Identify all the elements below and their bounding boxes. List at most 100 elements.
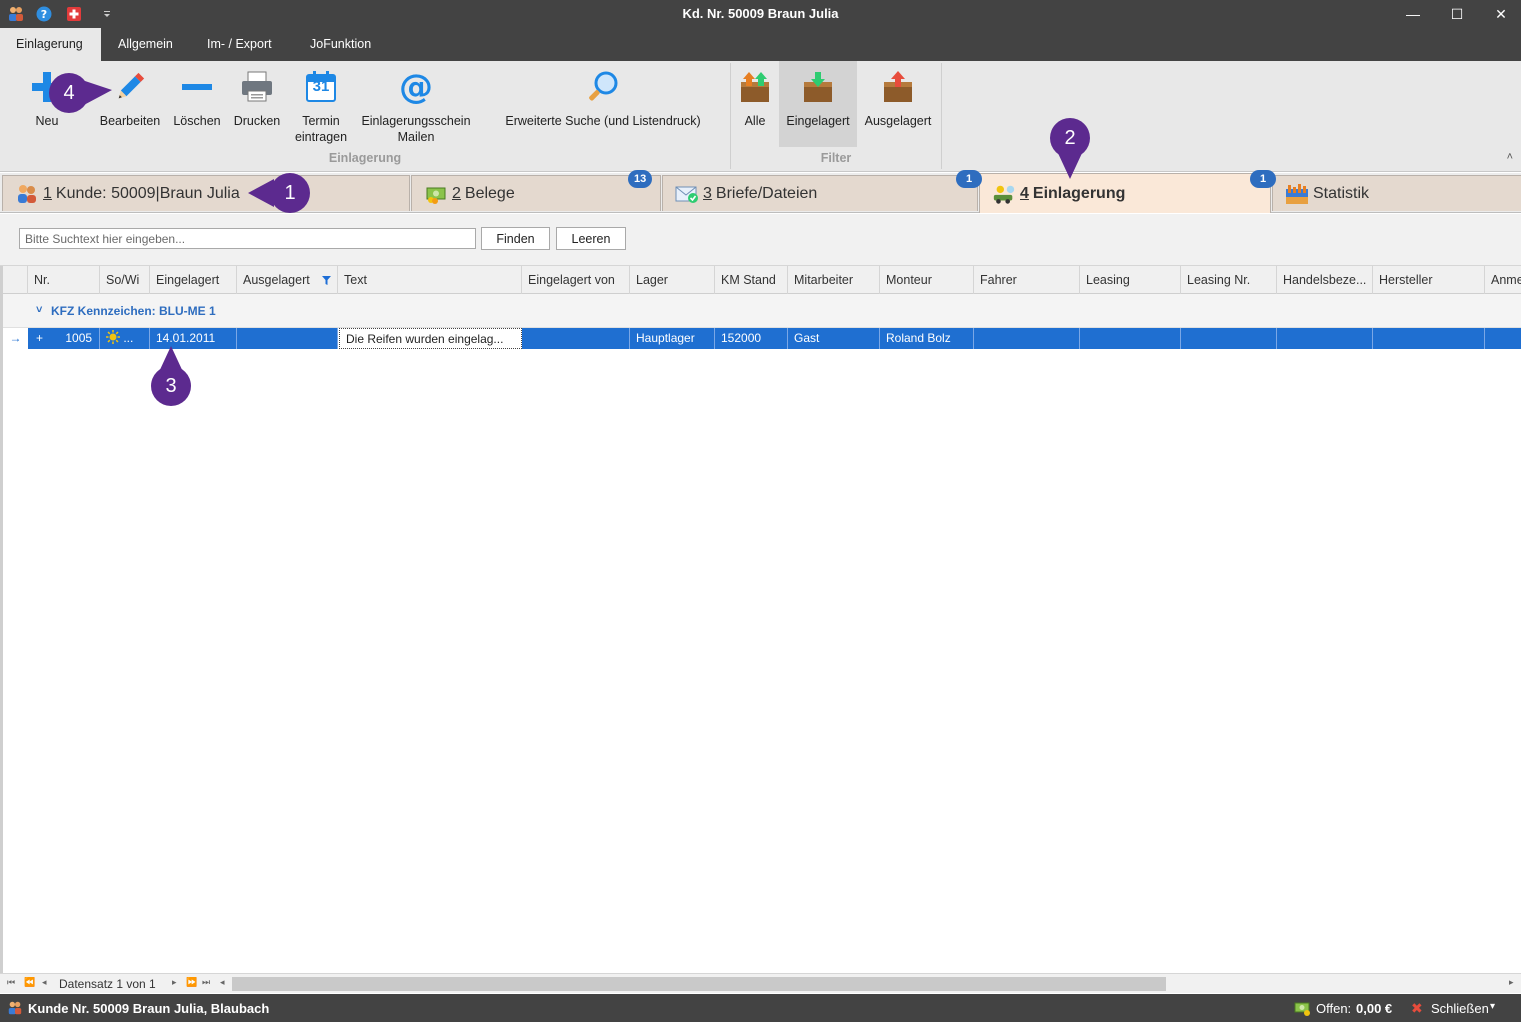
first-record-button[interactable]: ⏮	[7, 977, 15, 988]
ribbon-tab-jofunktion[interactable]: JoFunktion	[294, 28, 387, 61]
tab-statistik[interactable]: Statistik	[1272, 175, 1521, 211]
horizontal-scrollbar-thumb[interactable]	[232, 977, 1166, 991]
group-row-kfz[interactable]: ˅ KFZ Kennzeichen: BLU-ME 1	[3, 294, 1521, 328]
car-tyre-storage-icon	[992, 183, 1016, 205]
tab-belege[interactable]: 2 Belege	[411, 175, 661, 211]
group-label: KFZ Kennzeichen: BLU-ME 1	[51, 304, 216, 318]
chevron-down-icon[interactable]: ˅	[36, 304, 42, 316]
printer-icon	[230, 61, 284, 113]
collapse-ribbon-icon[interactable]: ˄	[1507, 151, 1513, 163]
scroll-right-button[interactable]: ▸	[1509, 977, 1514, 988]
column-header-monteur[interactable]: Monteur	[880, 266, 974, 294]
storage-out-icon	[860, 61, 936, 113]
next-page-button[interactable]: ⏩	[186, 977, 197, 988]
cell-ausgelagert[interactable]	[237, 328, 338, 349]
advanced-search-button[interactable]: Erweiterte Suche (und Listendruck)	[496, 61, 710, 147]
cell-mitarbeiter[interactable]: Gast	[788, 328, 880, 349]
table-row[interactable]: → + 1005 ... 14.01.2011 Die Reifen wurde…	[3, 328, 1521, 349]
print-button-label: Drucken	[233, 114, 281, 128]
group-label-filter: Filter	[820, 151, 852, 165]
mail-storage-receipt-button[interactable]: @ Einlagerungsschein Mailen	[358, 61, 474, 147]
cell-leasing-nr[interactable]	[1181, 328, 1277, 349]
column-header-leasing-nr[interactable]: Leasing Nr.	[1181, 266, 1277, 294]
column-header-anmerkung[interactable]: Anme	[1485, 266, 1521, 294]
column-header-fahrer[interactable]: Fahrer	[974, 266, 1080, 294]
status-open-label: Offen:	[1316, 1001, 1352, 1016]
previous-page-button[interactable]: ⏪	[24, 977, 35, 988]
magnifier-icon	[496, 61, 710, 113]
column-header-mitarbeiter[interactable]: Mitarbeiter	[788, 266, 880, 294]
column-header-eingelagert[interactable]: Eingelagert	[150, 266, 237, 294]
delete-button[interactable]: Löschen	[170, 61, 224, 147]
ribbon-tab-im-export[interactable]: Im- / Export	[191, 28, 288, 61]
filter-retrieved-label: Ausgelagert	[864, 114, 932, 128]
cell-text[interactable]: Die Reifen wurden eingelag...	[339, 328, 522, 349]
last-record-button[interactable]: ⏭	[202, 977, 210, 988]
cell-nr[interactable]: + 1005	[28, 328, 100, 349]
tab-briefe-dateien[interactable]: 3 Briefe/Dateien	[662, 175, 978, 211]
close-record-label: Schließen	[1431, 1001, 1489, 1016]
column-header-ausgelagert[interactable]: Ausgelagert	[237, 266, 338, 294]
cell-hersteller[interactable]	[1373, 328, 1485, 349]
schedule-label-line2: eintragen	[294, 130, 348, 144]
group-label-einlagerung: Einlagerung	[328, 151, 402, 165]
cell-nr-value: 1005	[65, 331, 93, 345]
ribbon-tab-einlagerung[interactable]: Einlagerung	[0, 28, 101, 61]
expand-row-icon[interactable]: +	[34, 328, 54, 349]
callout-4-number: 4	[63, 82, 75, 104]
column-header-ausgelagert-label: Ausgelagert	[243, 273, 310, 287]
maximize-button[interactable]: ☐	[1434, 0, 1480, 28]
callout-2-number: 2	[1064, 127, 1076, 149]
column-header-lager[interactable]: Lager	[630, 266, 715, 294]
close-window-button[interactable]: ✕	[1478, 0, 1521, 28]
close-record-button[interactable]: ✖ Schließen ▾	[1408, 994, 1518, 1022]
minimize-button[interactable]: —	[1390, 0, 1436, 28]
column-header-sowi[interactable]: So/Wi	[100, 266, 150, 294]
print-button[interactable]: Drucken	[230, 61, 284, 147]
customers-icon	[15, 183, 39, 205]
filter-all-button[interactable]: Alle	[734, 61, 776, 147]
delete-button-label: Löschen	[173, 114, 221, 128]
cell-sowi[interactable]: ...	[100, 328, 150, 349]
cell-fahrer[interactable]	[974, 328, 1080, 349]
filter-stored-button[interactable]: Eingelagert	[779, 61, 857, 147]
column-header-nr[interactable]: Nr.	[28, 266, 100, 294]
group-separator	[941, 63, 942, 169]
cell-leasing[interactable]	[1080, 328, 1181, 349]
tab-briefe-number: 3	[703, 184, 712, 202]
column-header-hersteller[interactable]: Hersteller	[1373, 266, 1485, 294]
filter-retrieved-button[interactable]: Ausgelagert	[860, 61, 936, 147]
tab-einlagerung[interactable]: 4 Einlagerung	[979, 173, 1271, 213]
clear-button[interactable]: Leeren	[556, 227, 626, 250]
tab-kunde[interactable]: 1 Kunde: 50009|Braun Julia	[2, 175, 410, 211]
search-input[interactable]	[19, 228, 476, 249]
next-record-button[interactable]: ▸	[172, 977, 177, 988]
cell-km-stand[interactable]: 152000	[715, 328, 788, 349]
previous-record-button[interactable]: ◂	[42, 977, 47, 988]
money-icon	[424, 183, 448, 205]
column-header-km-stand[interactable]: KM Stand	[715, 266, 788, 294]
cell-handelsbezeichnung[interactable]	[1277, 328, 1373, 349]
edit-button-label: Bearbeiten	[99, 114, 161, 128]
cell-monteur[interactable]: Roland Bolz	[880, 328, 974, 349]
record-navigator: ⏮ ⏪ ◂ Datensatz 1 von 1 ▸ ⏩ ⏭ ◂ ▸	[0, 973, 1521, 993]
find-button[interactable]: Finden	[481, 227, 550, 250]
storage-all-icon	[734, 61, 776, 113]
calendar-day: 31	[312, 78, 330, 95]
cell-lager[interactable]: Hauptlager	[630, 328, 715, 349]
column-header-leasing[interactable]: Leasing	[1080, 266, 1181, 294]
column-header-text[interactable]: Text	[338, 266, 522, 294]
statistics-icon	[1285, 183, 1309, 205]
column-header-handelsbezeichnung[interactable]: Handelsbeze...	[1277, 266, 1373, 294]
ribbon-tab-allgemein[interactable]: Allgemein	[102, 28, 189, 61]
customer-icon	[8, 1001, 22, 1015]
column-header-eingelagert-von[interactable]: Eingelagert von	[522, 266, 630, 294]
cell-eingelagert-von[interactable]	[522, 328, 630, 349]
document-tab-bar: 1 Kunde: 50009|Braun Julia 2 Belege 3 Br…	[0, 173, 1521, 213]
cell-anmerkung[interactable]	[1485, 328, 1521, 349]
schedule-appointment-button[interactable]: 31 Termin eintragen	[292, 61, 350, 147]
filter-funnel-icon[interactable]	[322, 276, 331, 285]
filter-all-label: Alle	[744, 114, 766, 128]
scroll-left-button[interactable]: ◂	[220, 977, 225, 988]
tab-belege-label: Belege	[464, 184, 515, 202]
